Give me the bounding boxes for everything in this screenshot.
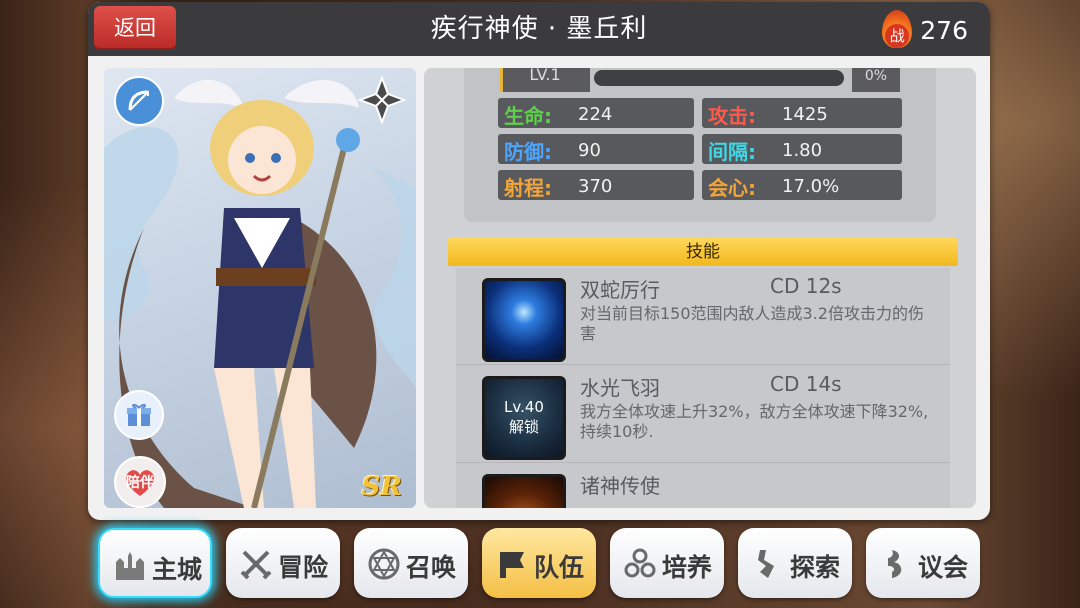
combat-power-value: 276 — [920, 15, 968, 45]
council-icon — [888, 550, 902, 578]
stat-label: 防御: — [504, 140, 552, 164]
stat-label: 生命: — [504, 104, 552, 128]
exp-bar — [594, 70, 844, 86]
companion-button[interactable]: 陪伴 — [114, 456, 166, 508]
rarity-badge: SR — [361, 472, 402, 502]
stat-crit: 会心: 17.0% — [702, 170, 902, 200]
skill-item[interactable]: 双蛇厉行 CD 12s 对当前目标150范围内敌人造成3.2倍攻击力的伤害 — [456, 268, 950, 365]
nav-label: 冒险 — [278, 553, 329, 582]
stat-defense: 防御: 90 — [498, 134, 694, 164]
gift-icon[interactable] — [114, 390, 164, 440]
flame-icon: 战 — [880, 10, 914, 50]
skill-name: 水光飞羽 — [580, 376, 660, 400]
skill-flame-icon — [482, 474, 566, 508]
nav-summon[interactable]: 召唤 — [354, 528, 468, 598]
companion-label: 陪伴 — [126, 475, 154, 491]
stat-label: 会心: — [708, 176, 756, 200]
combat-power: 战 276 — [880, 8, 968, 52]
castle-icon — [116, 552, 144, 580]
nav-label: 主城 — [152, 555, 203, 584]
character-detail-panel: 疾行神使 · 墨丘利 返回 战 276 陪伴 SR LV.1 0% 生命: 22… — [88, 2, 990, 520]
nav-label: 议会 — [918, 553, 969, 582]
character-illustration — [104, 79, 416, 508]
nav-council[interactable]: 议会 — [866, 528, 980, 598]
exp-percent: 0% — [852, 68, 900, 92]
stat-label: 攻击: — [708, 104, 756, 128]
stat-range: 射程: 370 — [498, 170, 694, 200]
nav-label: 培养 — [662, 553, 713, 582]
team-flag-icon — [500, 552, 524, 578]
stat-value: 1.80 — [782, 140, 823, 161]
skill-burst-icon — [482, 278, 566, 362]
level-label: LV.1 — [500, 68, 590, 92]
bow-icon — [114, 76, 164, 126]
skills-list[interactable]: 双蛇厉行 CD 12s 对当前目标150范围内敌人造成3.2倍攻击力的伤害 Lv… — [456, 268, 950, 508]
crossed-swords-icon — [240, 550, 272, 580]
skill-item[interactable]: Lv.40 解锁 水光飞羽 CD 14s 我方全体攻速上升32%，敌方全体攻速下… — [456, 366, 950, 463]
skill-lock-overlay: Lv.40 解锁 — [485, 379, 563, 457]
nav-label: 队伍 — [534, 553, 585, 582]
nurture-icon — [624, 548, 656, 578]
skill-description: 我方全体攻速上升32%，敌方全体攻速下降32%,持续10秒. — [580, 402, 929, 441]
stat-value: 17.0% — [782, 176, 840, 197]
skill-name: 诸神传使 — [580, 474, 660, 498]
summon-circle-icon — [368, 548, 400, 580]
shuriken-icon — [356, 74, 408, 126]
back-button[interactable]: 返回 — [94, 6, 176, 50]
nav-nurture[interactable]: 培养 — [610, 528, 724, 598]
stat-label: 射程: — [504, 176, 552, 200]
character-title: 疾行神使 · 墨丘利 — [430, 14, 648, 44]
skill-cooldown: CD 12s — [770, 274, 842, 298]
nav-team[interactable]: 队伍 — [482, 528, 596, 598]
bottom-navigation: 主城 冒险 召唤 队伍 培养 探索 议会 — [98, 528, 980, 600]
stat-attack: 攻击: 1425 — [702, 98, 902, 128]
nav-label: 召唤 — [406, 553, 457, 582]
stat-value: 1425 — [782, 104, 828, 125]
stat-hp: 生命: 224 — [498, 98, 694, 128]
explore-icon — [758, 550, 774, 578]
character-portrait: 陪伴 SR — [104, 68, 416, 508]
stat-interval: 间隔: 1.80 — [702, 134, 902, 164]
stat-value: 370 — [578, 176, 613, 197]
nav-adventure[interactable]: 冒险 — [226, 528, 340, 598]
nav-main-city[interactable]: 主城 — [98, 528, 212, 598]
nav-label: 探索 — [790, 553, 841, 582]
skill-lock-text: 解锁 — [508, 418, 539, 436]
stat-value: 90 — [578, 140, 601, 161]
skill-cooldown: CD 14s — [770, 372, 842, 396]
info-column[interactable]: LV.1 0% 生命: 224 攻击: 1425 防御: 90 间隔: 1.80… — [424, 68, 976, 508]
skill-description: 对当前目标150范围内敌人造成3.2倍攻击力的伤害 — [580, 304, 924, 343]
skill-lock-level: Lv.40 — [504, 398, 544, 416]
skills-header: 技能 — [448, 238, 958, 266]
skill-feather-icon: Lv.40 解锁 — [482, 376, 566, 460]
nav-explore[interactable]: 探索 — [738, 528, 852, 598]
header-bar: 疾行神使 · 墨丘利 返回 战 276 — [88, 2, 990, 56]
skill-item[interactable]: 诸神传使 — [456, 464, 950, 508]
stat-value: 224 — [578, 104, 613, 125]
skill-name: 双蛇厉行 — [580, 278, 660, 302]
stats-box: LV.1 0% 生命: 224 攻击: 1425 防御: 90 间隔: 1.80… — [464, 68, 936, 222]
stat-label: 间隔: — [708, 140, 756, 164]
